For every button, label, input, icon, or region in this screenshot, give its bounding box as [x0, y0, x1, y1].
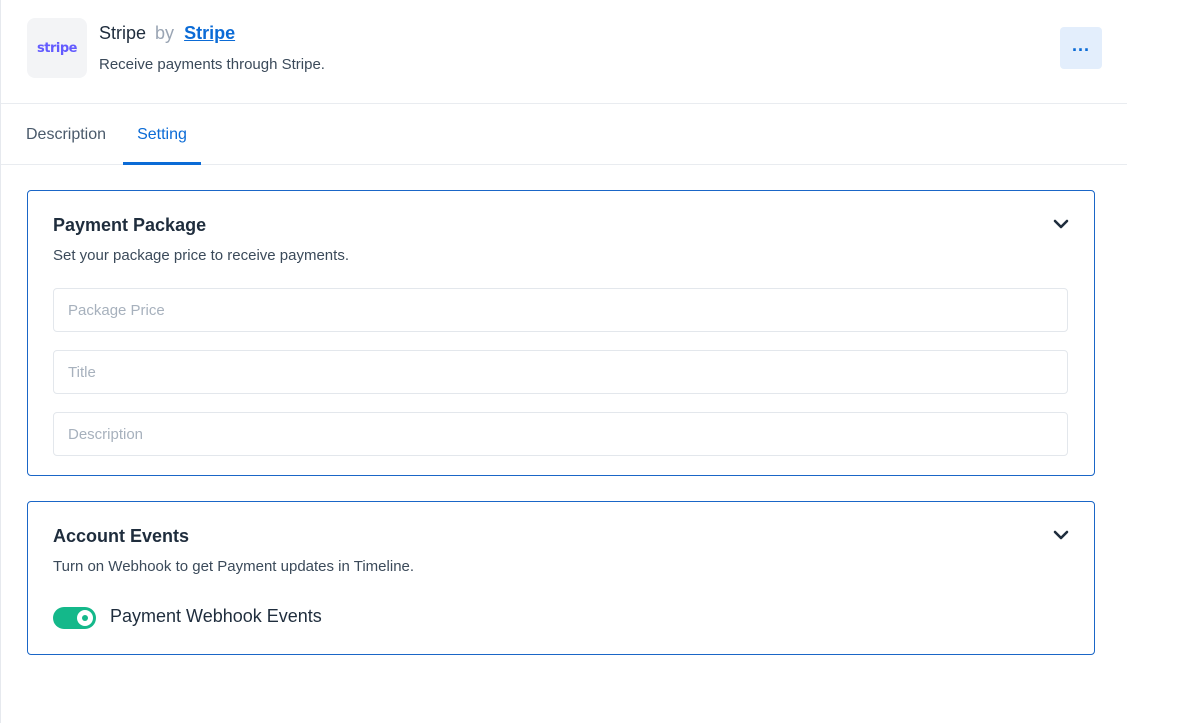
author-link[interactable]: Stripe — [184, 23, 235, 43]
more-horizontal-icon: ... — [1071, 35, 1090, 55]
payment-package-description: Set your package price to receive paymen… — [53, 247, 349, 264]
stripe-logo: stripe — [27, 18, 87, 78]
app-header: stripe Stripe by Stripe Receive payments… — [1, 0, 1127, 104]
stripe-logo-text: stripe — [37, 40, 77, 56]
app-description: Receive payments through Stripe. — [99, 56, 325, 73]
payment-package-title: Payment Package — [53, 215, 207, 235]
chevron-down-icon[interactable] — [1052, 526, 1070, 544]
payment-webhook-toggle[interactable] — [53, 607, 96, 629]
title-input[interactable] — [53, 350, 1068, 394]
integration-panel: stripe Stripe by Stripe Receive payments… — [0, 0, 1127, 723]
account-events-description: Turn on Webhook to get Payment updates i… — [53, 558, 415, 575]
by-label: by — [155, 23, 175, 43]
tab-description[interactable]: Description — [26, 104, 106, 165]
account-events-title: Account Events — [53, 526, 190, 546]
chevron-down-icon[interactable] — [1052, 215, 1070, 233]
tab-bar: Description Setting — [1, 104, 1127, 165]
account-events-card: Account Events Turn on Webhook to get Pa… — [27, 501, 1095, 655]
more-options-button[interactable]: ... — [1060, 27, 1102, 69]
description-input[interactable] — [53, 412, 1068, 456]
tab-setting[interactable]: Setting — [123, 104, 201, 165]
payment-webhook-label: Payment Webhook Events — [110, 606, 322, 626]
payment-package-card: Payment Package Set your package price t… — [27, 190, 1095, 476]
package-price-input[interactable] — [53, 288, 1068, 332]
toggle-knob — [77, 610, 93, 626]
app-title: Stripe by Stripe — [99, 22, 235, 44]
app-name: Stripe — [99, 23, 147, 43]
